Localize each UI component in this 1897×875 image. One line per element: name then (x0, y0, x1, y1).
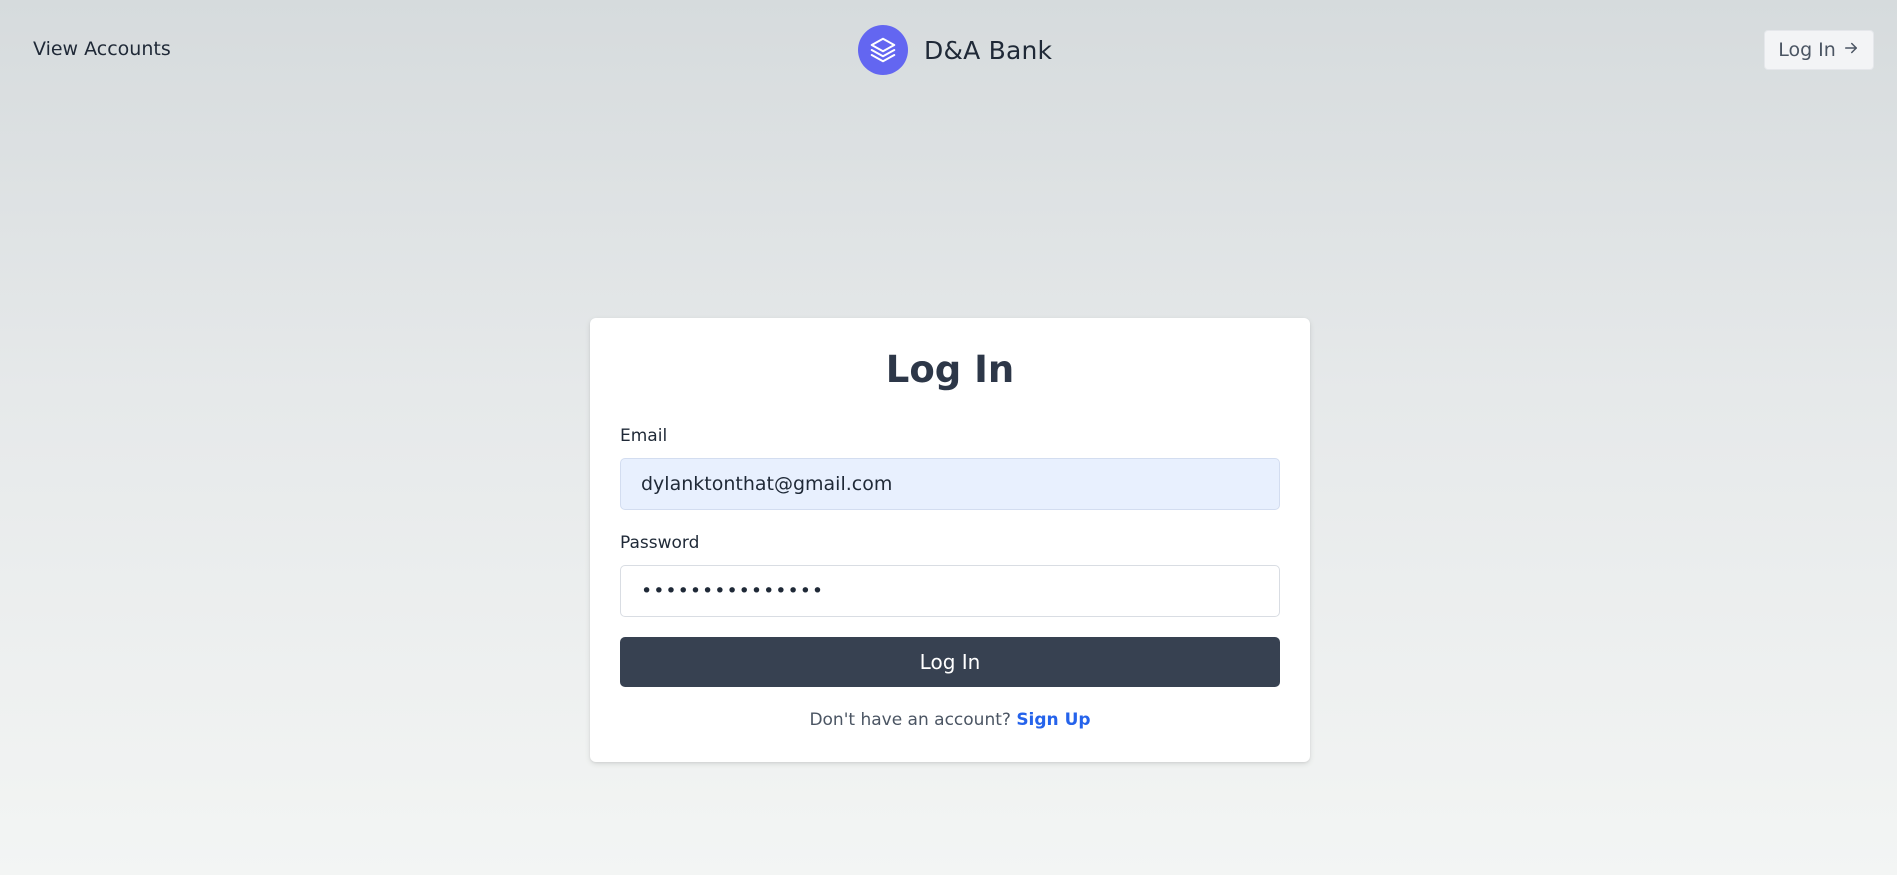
signup-prompt-text: Don't have an account? (809, 710, 1011, 730)
email-field[interactable]: dylanktonthat@gmail.com (620, 458, 1280, 510)
signup-prompt: Don't have an account? Sign Up (590, 710, 1310, 730)
email-value: dylanktonthat@gmail.com (641, 473, 893, 495)
header-login-button[interactable]: Log In (1764, 30, 1874, 70)
login-submit-button[interactable]: Log In (620, 637, 1280, 687)
layers-icon (858, 25, 908, 75)
arrow-right-icon (1842, 39, 1860, 62)
brand[interactable]: D&A Bank (858, 25, 1052, 75)
view-accounts-link[interactable]: View Accounts (33, 38, 171, 60)
signup-link[interactable]: Sign Up (1016, 710, 1090, 730)
page-title: Log In (885, 348, 1015, 391)
login-submit-label: Log In (919, 650, 981, 674)
header-login-label: Log In (1778, 39, 1836, 61)
email-label: Email (620, 426, 668, 446)
top-nav: View Accounts D&A Bank Log In (0, 0, 1897, 102)
password-field[interactable]: ••••••••••••••• (620, 565, 1280, 617)
password-label: Password (620, 533, 700, 553)
login-card: Log In Email dylanktonthat@gmail.com Pas… (590, 318, 1310, 762)
password-value: ••••••••••••••• (641, 580, 825, 602)
brand-name: D&A Bank (924, 35, 1053, 65)
